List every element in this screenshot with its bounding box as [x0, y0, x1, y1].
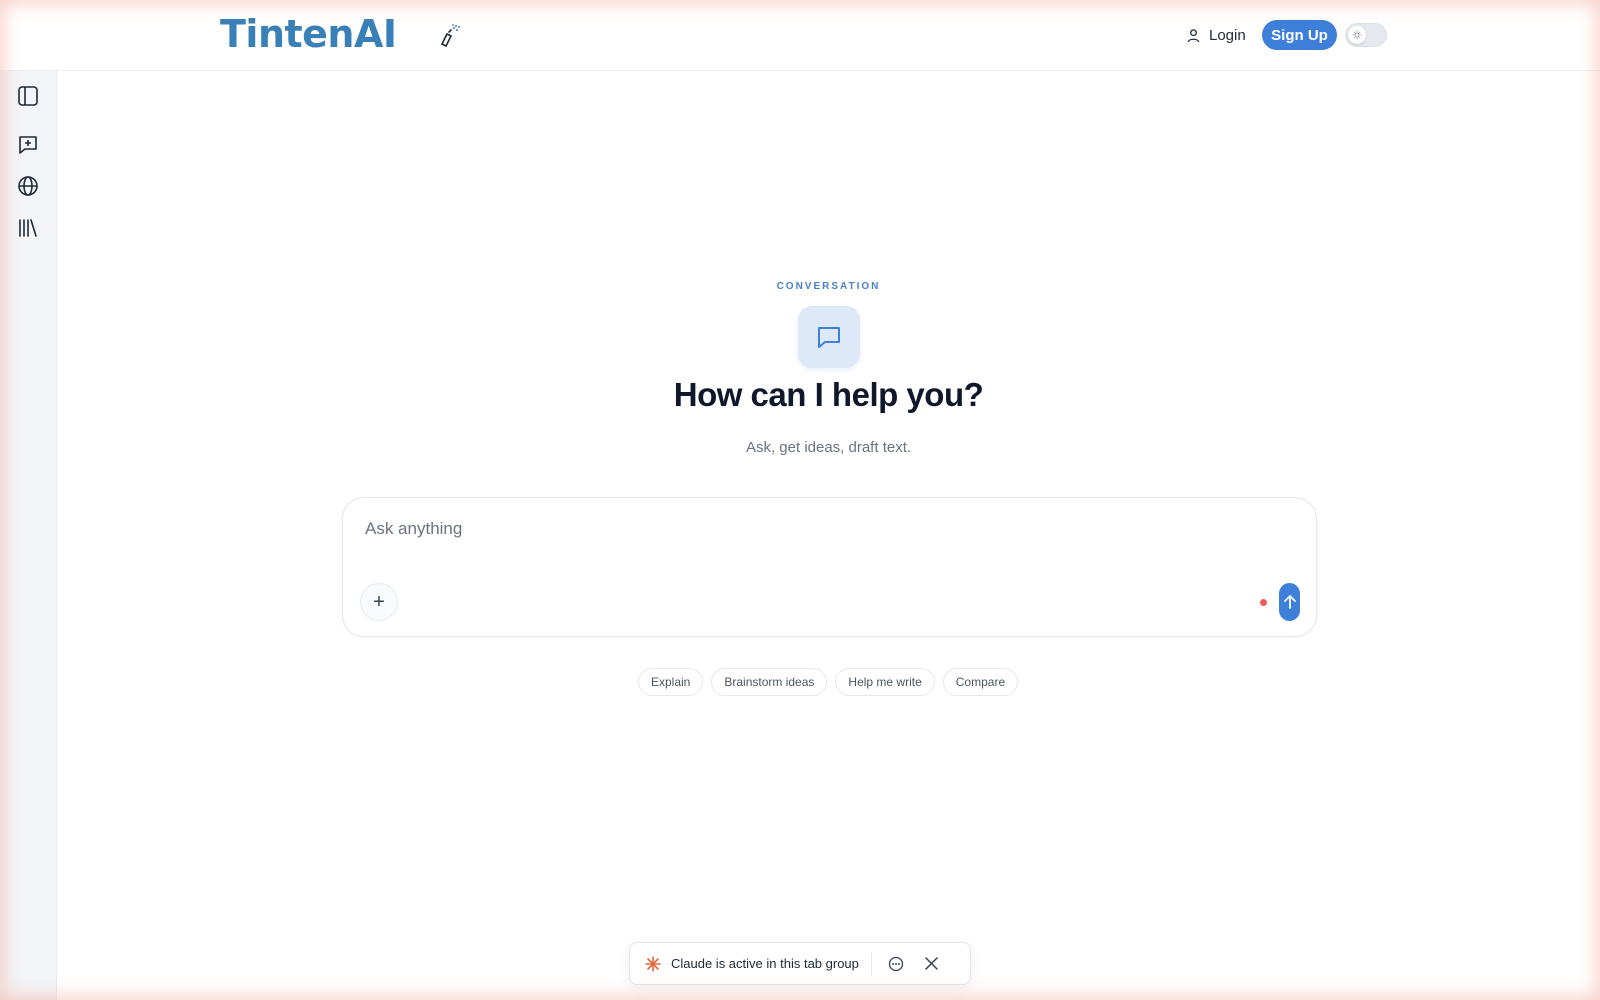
- new-chat-icon: [19, 136, 37, 154]
- toast-close-button[interactable]: [920, 952, 944, 976]
- recording-indicator: [1260, 599, 1267, 606]
- send-button[interactable]: [1279, 583, 1300, 621]
- brand-logo[interactable]: TintenAI: [220, 12, 397, 56]
- theme-toggle[interactable]: [1345, 23, 1387, 47]
- suggestion-chip-help-write[interactable]: Help me write: [835, 668, 935, 696]
- library-icon: [19, 219, 37, 237]
- claude-spark-icon: [645, 955, 661, 972]
- top-bar: TintenAI Login Sign Up: [0, 0, 1600, 71]
- toggle-knob: [1348, 26, 1366, 44]
- login-button[interactable]: Login: [1186, 22, 1246, 48]
- toast-message: Claude is active in this tab group: [671, 956, 859, 971]
- close-icon: [925, 957, 939, 970]
- login-label: Login: [1209, 26, 1246, 44]
- section-eyebrow: CONVERSATION: [776, 281, 881, 292]
- chat-icon: [888, 956, 904, 971]
- web-search-button[interactable]: [14, 172, 42, 200]
- suggestion-chips: Explain Brainstorm ideas Help me write C…: [638, 668, 1019, 698]
- arrow-up-icon: [1283, 595, 1296, 609]
- chat-bubble-icon: [818, 327, 840, 348]
- chat-input[interactable]: [365, 516, 1285, 542]
- page-subtitle: Ask, get ideas, draft text.: [745, 439, 912, 456]
- attach-button[interactable]: +: [360, 583, 398, 621]
- toast-divider: [870, 951, 872, 976]
- new-chat-button[interactable]: [14, 131, 42, 159]
- toast-chat-button[interactable]: [884, 952, 908, 976]
- library-button[interactable]: [14, 214, 42, 242]
- suggestion-chip-brainstorm[interactable]: Brainstorm ideas: [711, 668, 828, 696]
- globe-icon: [18, 176, 38, 196]
- page-title: How can I help you?: [673, 376, 984, 413]
- suggestion-chip-explain[interactable]: Explain: [638, 668, 704, 696]
- user-icon: [1187, 28, 1200, 42]
- sidebar-toggle-button[interactable]: [14, 82, 42, 110]
- chat-composer: +: [342, 497, 1317, 637]
- sidebar-toggle-icon: [18, 86, 38, 106]
- sun-icon: [1352, 30, 1362, 40]
- sign-up-button[interactable]: Sign Up: [1262, 20, 1337, 50]
- claude-active-toast: Claude is active in this tab group: [629, 942, 971, 985]
- suggestion-chip-compare[interactable]: Compare: [942, 668, 1019, 696]
- hero-icon-tile: [798, 306, 860, 368]
- spray-paint-icon: [440, 24, 460, 48]
- sidebar: [0, 71, 57, 1000]
